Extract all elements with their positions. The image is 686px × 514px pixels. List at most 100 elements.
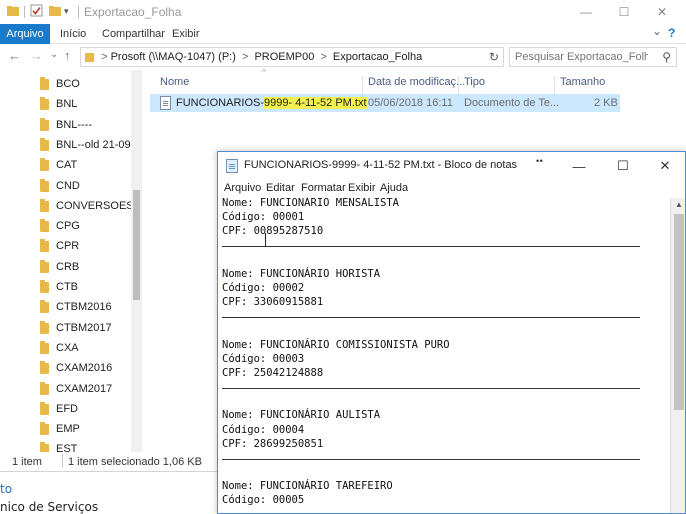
folder-icon [40,320,49,334]
navigation-pane: BCO BNL BNL---- BNL--old 21-09-2 CAT CND CONVE… [0,70,142,452]
breadcrumb-separator: > [320,51,327,63]
scrollbar-thumb[interactable] [674,214,684,410]
column-header-tamanho[interactable]: Tamanho [560,76,605,88]
notepad-maximize-button[interactable]: ☐ [601,152,645,180]
close-button[interactable]: ✕ [642,0,682,24]
address-bar[interactable]: > Prosoft (\\MAQ-1047) (P:) > PROEMP00 >… [80,47,504,67]
record-cpf: CPF: 00895287510 [222,225,324,238]
record-nome: Nome: FUNCIONÁRIO AULISTA [222,409,381,422]
refresh-icon[interactable]: ↻ [489,50,499,64]
tab-inicio[interactable]: Início [52,24,94,44]
chevron-down-icon[interactable]: ⌄ [652,24,662,38]
properties-icon[interactable] [30,4,44,18]
column-divider[interactable] [554,76,555,94]
new-folder-icon[interactable] [48,4,62,18]
sidebar-item-label: CTB [56,281,78,293]
sidebar-item[interactable]: EMP [0,419,134,439]
notepad-close-button[interactable]: ✕ [643,152,685,180]
background-link-text[interactable]: to [0,482,12,496]
sidebar-item-label: CAT [56,159,78,172]
column-headers: Nome ^ Data de modificaç... Tipo Tamanho [150,68,680,94]
folder-icon [40,381,49,395]
scrollbar-thumb[interactable] [133,190,140,300]
tab-compartilhar[interactable]: Compartilhar [94,24,173,44]
sidebar-item[interactable]: BNL--old 21-09-2 [0,135,140,155]
sidebar-item[interactable]: CTB [0,277,134,297]
file-row[interactable]: FUNCIONARIOS-9999- 4-11-52 PM.txt 05/06/… [150,94,620,112]
notepad-minimize-button[interactable]: — [557,152,601,180]
folder-icon [40,137,49,151]
record-divider [222,458,640,460]
search-icon[interactable]: ⚲ [662,50,671,64]
folder-icon [40,259,49,273]
menu-editar[interactable]: Editar [266,182,295,194]
maximize-button[interactable]: ☐ [604,0,644,24]
menu-ajuda[interactable]: Ajuda [380,182,408,194]
notepad-text-area[interactable]: Nome: FUNCIONÁRIO MENSALISTA Código: 0000… [218,197,666,513]
record-divider [222,317,640,319]
sidebar-item[interactable]: EFD [0,399,134,419]
record-codigo: Código: 00002 [222,281,305,294]
folder-icon [85,52,94,62]
sidebar-item[interactable]: CPG [0,216,134,236]
sidebar-item-label: BCO [56,78,80,90]
sidebar-item[interactable]: CRB [0,257,134,277]
folder-icon [40,340,49,354]
customize-toolbar-icon[interactable]: ▾ [64,6,78,20]
file-size: 2 KB [594,97,618,109]
file-name-prefix: FUNCIONARIOS- [176,97,264,109]
breadcrumb-separator: > [241,51,249,63]
sidebar-item-label: CONVERSOES [56,199,134,212]
sidebar-item-label: CTBM2017 [56,321,112,334]
sidebar-item[interactable]: CXAM2016 [0,358,134,378]
sidebar-item[interactable]: CONVERSOES [0,196,134,216]
menu-exibir[interactable]: Exibir [348,182,376,194]
menu-formatar[interactable]: Formatar [301,182,346,194]
notepad-scrollbar[interactable]: ▲ [670,198,685,513]
menu-arquivo[interactable]: Arquivo [224,182,261,194]
column-header-tipo[interactable]: Tipo [464,76,485,88]
sidebar-item-label: BNL [56,98,78,111]
up-arrow-icon[interactable]: ↑ [64,48,71,63]
breadcrumb-exportacao-folha[interactable]: Exportacao_Folha [333,51,422,63]
folder-icon [6,4,20,18]
notepad-titlebar[interactable]: FUNCIONARIOS-9999- 4-11-52 PM.txt - Bloc… [218,152,685,180]
minimize-button[interactable]: — [566,0,606,24]
sidebar-item[interactable]: EST [0,439,134,452]
status-selection: 1 item selecionado 1,06 KB [68,456,202,468]
record-codigo: Código: 00001 [222,211,305,224]
sidebar-item[interactable]: CTBM2017 [0,318,134,338]
sidebar-item[interactable]: CPR [0,236,134,256]
sidebar-item[interactable]: BNL---- [0,115,134,135]
sidebar-item[interactable]: CND [0,176,134,196]
file-type: Documento de Te... [464,97,560,109]
tab-arquivo[interactable]: Arquivo [0,24,50,44]
column-divider[interactable] [362,76,363,94]
search-input[interactable] [510,48,648,66]
breadcrumb-drive[interactable]: Prosoft (\\MAQ-1047) (P:) [111,51,236,63]
sidebar-item[interactable]: CXA [0,338,134,358]
folder-icon [40,97,49,111]
status-item-count: 1 item [12,456,42,468]
tab-exibir[interactable]: Exibir [164,24,208,44]
column-divider[interactable] [458,76,459,94]
sidebar-item[interactable]: CXAM2017 [0,379,134,399]
recent-locations-chevron-icon[interactable]: ⌄ [50,49,58,60]
help-icon[interactable]: ? [668,26,675,40]
column-header-data[interactable]: Data de modificaç... [368,76,465,88]
forward-arrow-icon[interactable]: → [30,48,43,63]
sidebar-item[interactable]: BNL [0,94,134,114]
title-dots: • • [536,156,543,166]
sidebar-item[interactable]: CTBM2016 [0,297,134,317]
nav-scrollbar[interactable] [131,70,142,452]
sidebar-item[interactable]: CAT [0,155,134,175]
back-arrow-icon[interactable]: ← [8,48,21,63]
folder-icon [40,239,49,253]
column-header-nome[interactable]: Nome [160,76,189,88]
folder-icon [40,361,49,375]
breadcrumb-proemp00[interactable]: PROEMP00 [254,51,314,63]
record-nome: Nome: FUNCIONÁRIO MENSALISTA [222,197,400,209]
folder-icon [40,442,49,452]
sidebar-item[interactable]: BCO [0,74,134,94]
scroll-up-arrow-icon[interactable]: ▲ [675,200,683,209]
